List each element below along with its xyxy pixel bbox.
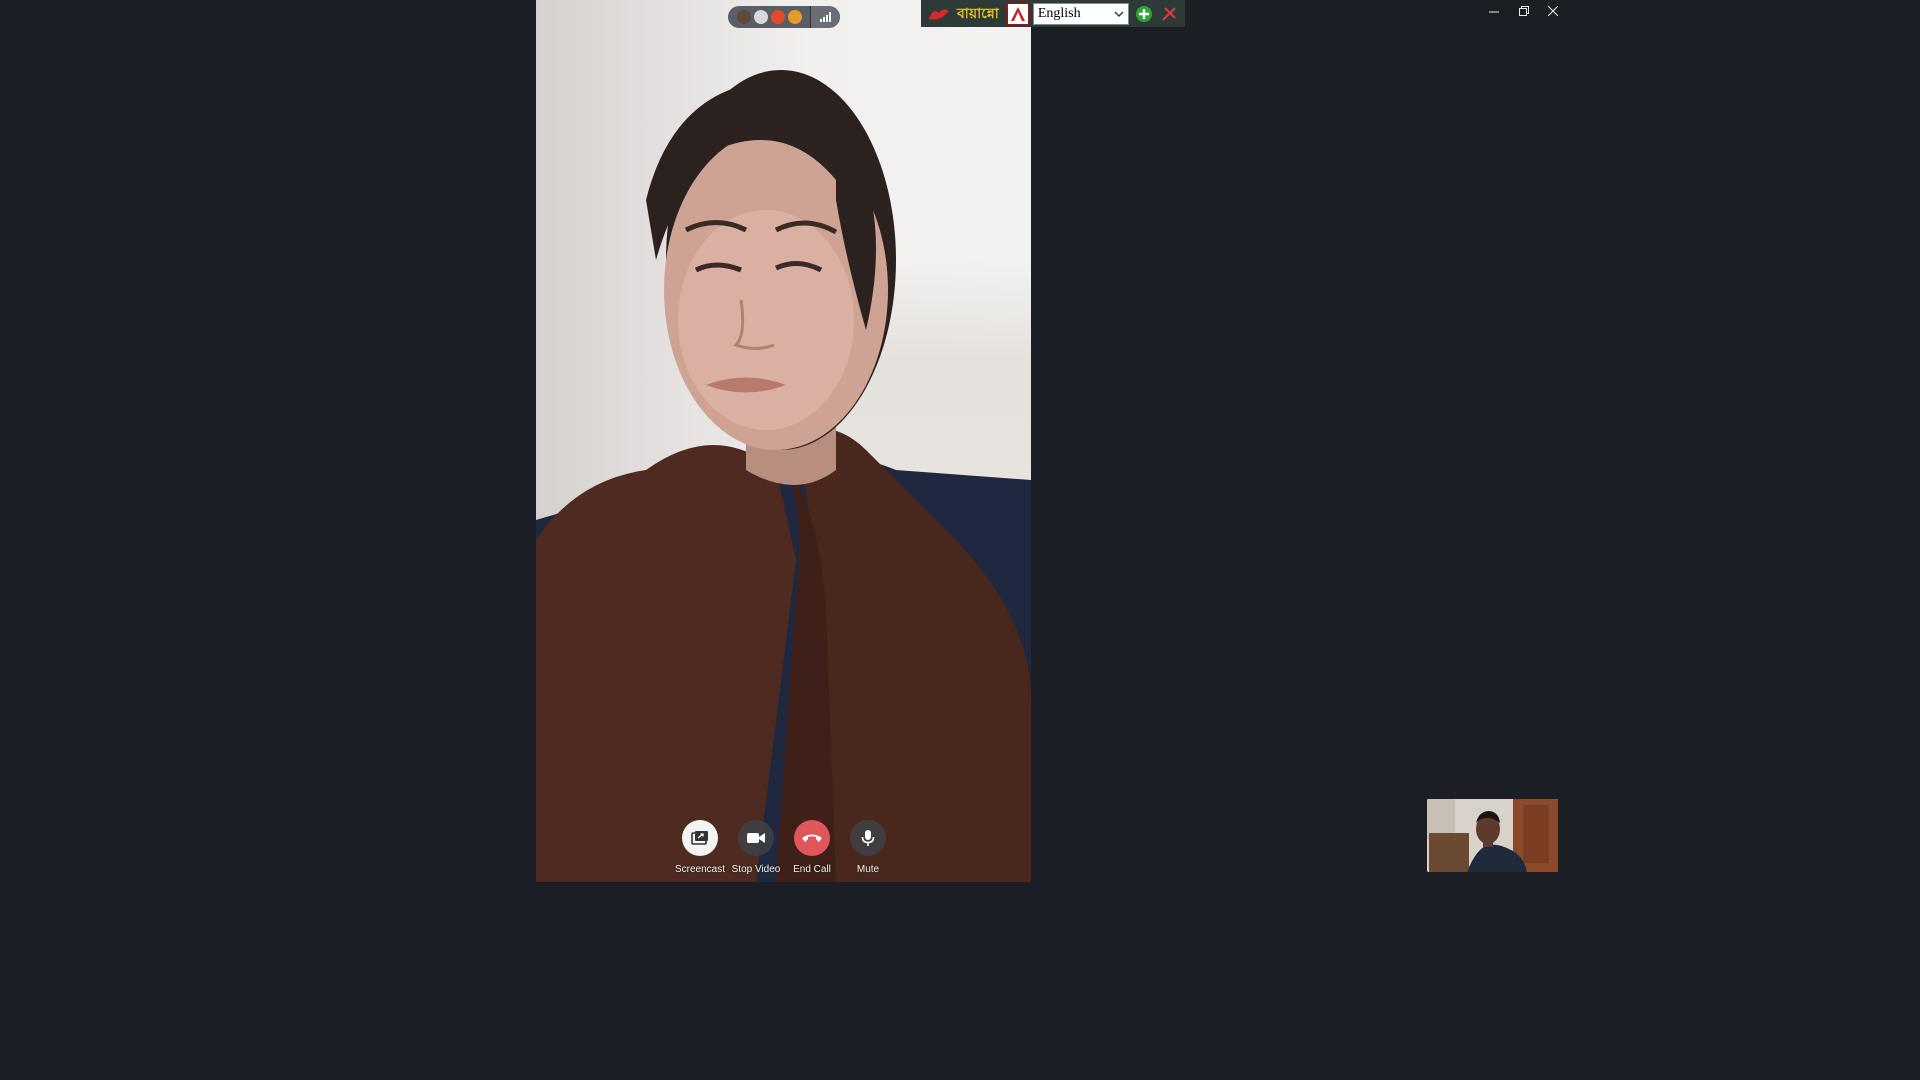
language-select-value: English <box>1037 5 1081 21</box>
close-icon[interactable] <box>1538 0 1568 22</box>
monkey-icon <box>737 10 751 24</box>
language-input-bar: বায়ান্নো English <box>921 0 1185 27</box>
stop-video-label: Stop Video <box>731 864 781 875</box>
signal-bars-icon <box>811 6 840 28</box>
language-logo-text: বায়ান্নো <box>957 5 999 22</box>
screencast-button[interactable] <box>682 820 718 856</box>
screencast-control: Screencast <box>672 820 728 880</box>
video-camera-icon <box>747 833 765 843</box>
stop-video-control: Stop Video <box>728 820 784 880</box>
remote-participant-image <box>536 70 1031 882</box>
minimize-icon[interactable] <box>1479 0 1509 22</box>
self-view-video[interactable] <box>1427 799 1558 872</box>
end-call-label: End Call <box>793 864 831 875</box>
microphone-icon <box>861 830 875 846</box>
restore-icon[interactable] <box>1509 0 1539 22</box>
remote-video <box>536 0 1031 882</box>
ghost-icon <box>754 10 768 24</box>
burger-icon <box>788 10 802 24</box>
end-call-control: End Call <box>784 820 840 880</box>
plus-icon[interactable] <box>1134 4 1154 24</box>
call-status-badge[interactable] <box>728 6 840 28</box>
phone-hangup-icon <box>802 834 822 842</box>
language-select[interactable]: English <box>1032 2 1129 25</box>
close-tool-icon[interactable] <box>1159 4 1179 24</box>
chevron-down-icon <box>1114 11 1124 17</box>
mute-label: Mute <box>856 864 880 875</box>
mute-control: Mute <box>840 820 896 880</box>
mute-button[interactable] <box>850 820 886 856</box>
call-controls: Screencast Stop Video End Call Mute <box>672 820 896 880</box>
a-glyph-icon[interactable] <box>1006 2 1029 25</box>
stop-video-button[interactable] <box>738 820 774 856</box>
self-view-image <box>1427 799 1558 872</box>
end-call-button[interactable] <box>794 820 830 856</box>
apple-icon <box>771 10 785 24</box>
language-logo[interactable]: বায়ান্নো <box>921 0 1005 27</box>
emoji-group <box>728 6 802 28</box>
pen-icon <box>929 8 949 19</box>
screencast-icon <box>691 831 708 845</box>
screencast-label: Screencast <box>674 864 726 875</box>
